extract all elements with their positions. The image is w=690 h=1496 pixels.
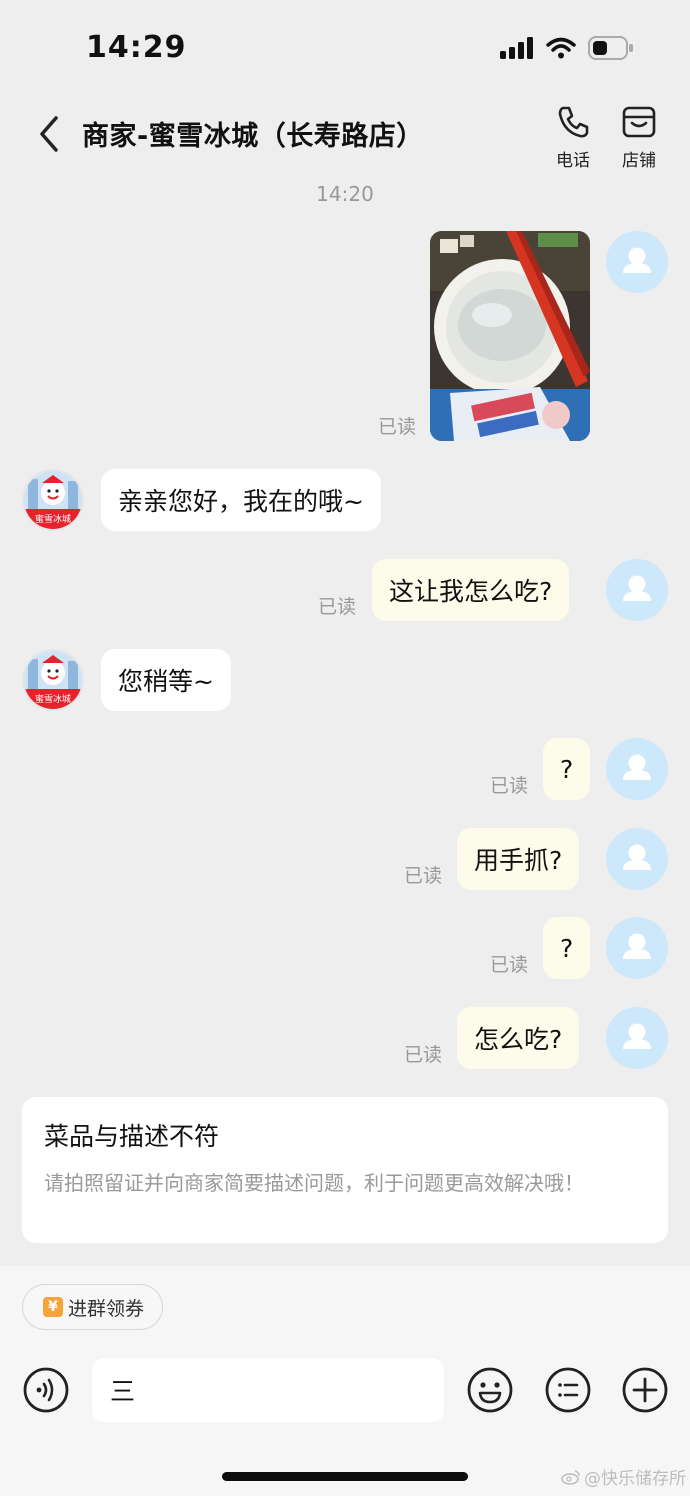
user-silhouette-icon — [623, 1023, 651, 1049]
user-message-bubble: 用手抓? — [457, 828, 580, 890]
phone-button[interactable]: 电话 — [547, 104, 599, 171]
message-image[interactable] — [430, 231, 590, 441]
message-input[interactable]: 三 — [92, 1358, 444, 1422]
user-message-bubble: 这让我怎么吃? — [372, 559, 570, 621]
signal-icon — [500, 37, 533, 59]
user-message-bubble: ? — [543, 738, 591, 800]
user-avatar — [606, 231, 668, 293]
join-group-coupon-button[interactable]: ¥ 进群领券 — [22, 1284, 164, 1330]
shop-avatar: 蜜雪冰城 — [22, 469, 84, 531]
store-button[interactable]: 店铺 — [613, 104, 665, 171]
user-silhouette-icon — [623, 844, 651, 870]
user-avatar — [606, 917, 668, 979]
voice-icon[interactable] — [22, 1366, 70, 1414]
svg-text:蜜雪冰城: 蜜雪冰城 — [35, 513, 71, 525]
user-silhouette-icon — [623, 754, 651, 780]
read-receipt: 已读 — [490, 775, 529, 797]
shop-message-bubble: 您稍等~ — [101, 649, 231, 711]
user-silhouette-icon — [623, 933, 651, 959]
status-icons — [500, 36, 634, 60]
composer-panel: ¥ 进群领券 三 @快乐储存所 — [0, 1266, 690, 1496]
svg-text:蜜雪冰城: 蜜雪冰城 — [35, 693, 71, 705]
issue-tip-card[interactable]: 菜品与描述不符 请拍照留证并向商家简要描述问题，利于问题更高效解决哦！ — [22, 1097, 668, 1243]
shop-message-bubble: 亲亲您好，我在的哦~ — [101, 469, 381, 531]
tip-description: 请拍照留证并向商家简要描述问题，利于问题更高效解决哦！ — [44, 1171, 584, 1195]
snowman-logo-icon: 蜜雪冰城 — [24, 651, 82, 709]
read-receipt: 已读 — [318, 596, 357, 618]
store-icon — [622, 106, 656, 138]
tip-title: 菜品与描述不符 — [44, 1122, 220, 1151]
user-message-bubble: ? — [543, 917, 591, 979]
status-time: 14:29 — [86, 30, 187, 65]
store-label: 店铺 — [622, 151, 656, 171]
watermark: @快乐储存所 — [561, 1464, 686, 1489]
wifi-icon — [546, 37, 576, 59]
battery-icon — [588, 36, 633, 60]
user-silhouette-icon — [623, 575, 651, 601]
read-receipt: 已读 — [404, 865, 443, 887]
chat-timestamp: 14:20 — [316, 182, 374, 206]
page-title: 商家-蜜雪冰城（长寿路店） — [82, 121, 424, 152]
shop-avatar: 蜜雪冰城 — [22, 649, 84, 711]
user-silhouette-icon — [623, 247, 651, 273]
status-bar: 14:29 — [0, 0, 690, 100]
watermark-text: @快乐储存所 — [584, 1469, 686, 1489]
chat-header: 商家-蜜雪冰城（长寿路店） 电话 店铺 — [0, 100, 690, 172]
read-receipt: 已读 — [404, 1044, 443, 1066]
weibo-icon — [561, 1469, 580, 1485]
emoji-icon[interactable] — [466, 1366, 514, 1414]
coupon-icon: ¥ — [43, 1297, 63, 1317]
coupon-label: 进群领券 — [68, 1297, 145, 1320]
user-avatar — [606, 1007, 668, 1069]
user-avatar — [606, 559, 668, 621]
user-avatar — [606, 828, 668, 890]
input-row: 三 — [0, 1358, 690, 1422]
user-message-bubble: 怎么吃? — [457, 1007, 580, 1069]
plus-icon[interactable] — [621, 1366, 669, 1414]
read-receipt: 已读 — [490, 954, 529, 976]
back-icon[interactable] — [30, 112, 70, 156]
user-avatar — [606, 738, 668, 800]
phone-label: 电话 — [556, 151, 590, 171]
home-indicator — [222, 1472, 468, 1481]
read-receipt: 已读 — [378, 416, 417, 438]
quick-reply-list-icon[interactable] — [544, 1366, 592, 1414]
phone-icon — [558, 106, 589, 138]
snowman-logo-icon: 蜜雪冰城 — [24, 471, 82, 529]
